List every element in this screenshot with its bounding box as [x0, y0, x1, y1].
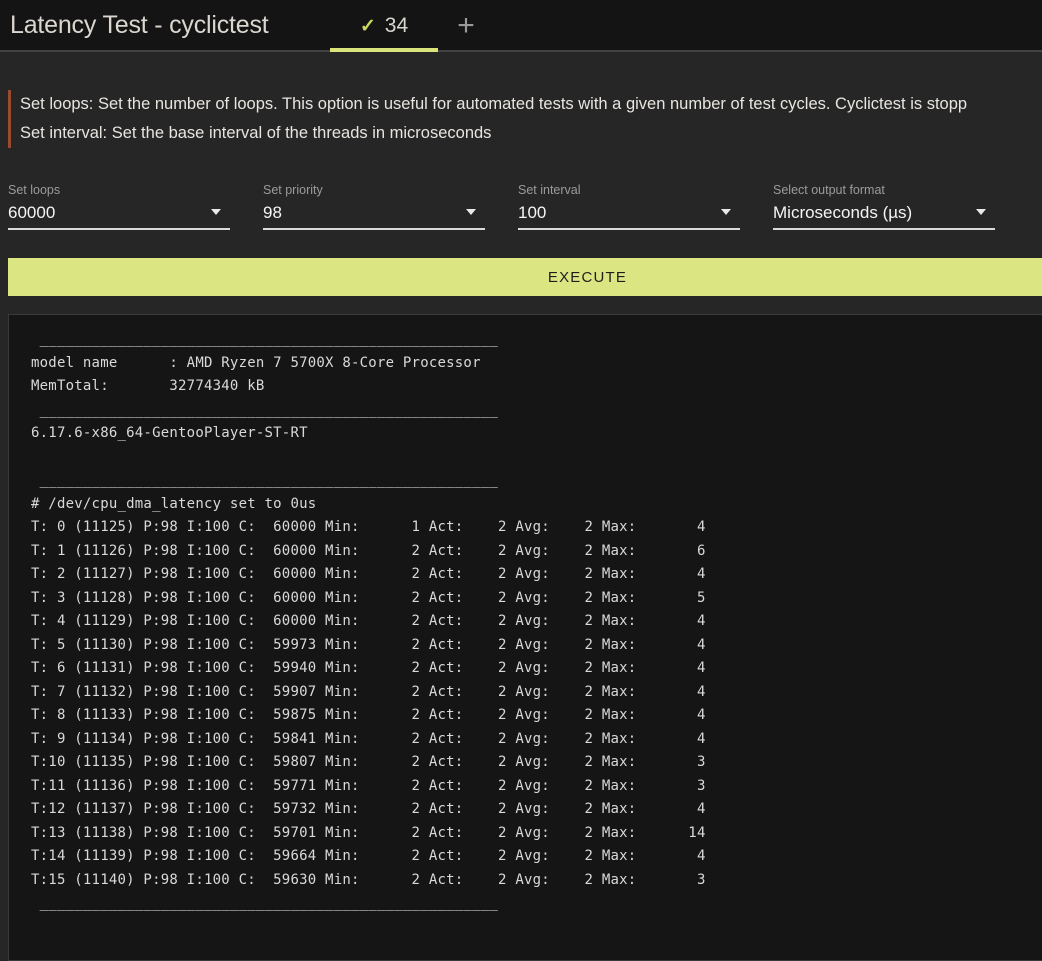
execute-button[interactable]: EXECUTE: [8, 258, 1042, 296]
info-note: Set loops: Set the number of loops. This…: [8, 90, 1042, 148]
chevron-down-icon: [466, 209, 476, 215]
output-format-value-row: Microseconds (µs): [773, 201, 995, 230]
page-title: Latency Test - cyclictest: [10, 11, 269, 39]
check-icon: ✓: [359, 15, 376, 37]
set-interval-value: 100: [518, 203, 547, 222]
set-loops-select[interactable]: Set loops 60000: [8, 183, 230, 230]
output-format-label: Select output format: [773, 183, 885, 197]
tab-count: 34: [384, 14, 409, 37]
info-line-set-loops: Set loops: Set the number of loops. This…: [20, 95, 968, 113]
set-priority-label: Set priority: [263, 183, 323, 197]
set-interval-label: Set interval: [518, 183, 581, 197]
chevron-down-icon: [721, 209, 731, 215]
chevron-down-icon: [976, 209, 986, 215]
set-interval-select[interactable]: Set interval 100: [518, 183, 740, 230]
add-tab-button[interactable]: +: [447, 0, 485, 52]
plus-icon: +: [457, 9, 475, 42]
set-loops-value-row: 60000: [8, 201, 230, 230]
set-loops-label: Set loops: [8, 183, 61, 197]
chevron-down-icon: [211, 209, 221, 215]
set-priority-value-row: 98: [263, 201, 485, 230]
set-interval-value-row: 100: [518, 201, 740, 230]
set-priority-value: 98: [263, 203, 282, 222]
output-format-select[interactable]: Select output format Microseconds (µs): [773, 183, 995, 230]
tab-active-test[interactable]: ✓ 34: [330, 0, 438, 52]
info-line-set-interval: Set interval: Set the base interval of t…: [20, 124, 492, 142]
output-format-value: Microseconds (µs): [773, 203, 913, 222]
set-priority-select[interactable]: Set priority 98: [263, 183, 485, 230]
terminal-panel: ________________________________________…: [8, 314, 1042, 961]
tab-active-indicator: [330, 48, 438, 52]
terminal-output: ________________________________________…: [31, 331, 706, 911]
set-loops-value: 60000: [8, 203, 56, 222]
app-header: Latency Test - cyclictest ✓ 34 +: [0, 0, 1042, 52]
app-window: Latency Test - cyclictest ✓ 34 + Set loo…: [0, 0, 1042, 961]
